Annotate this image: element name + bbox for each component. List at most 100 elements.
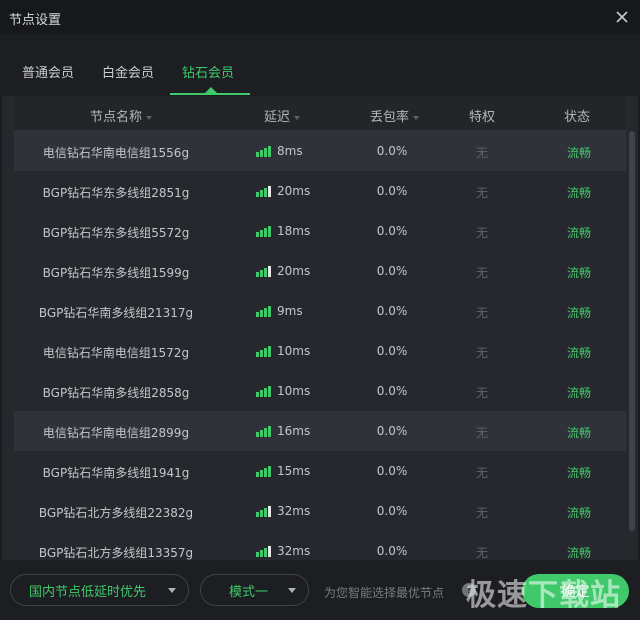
node-name: 电信钻石华南电信组1572g (42, 346, 190, 360)
help-icon[interactable]: ? (462, 583, 476, 597)
signal-bar (256, 231, 259, 237)
active-tab-underline (170, 93, 250, 95)
signal-bar (256, 311, 259, 317)
signal-bars-icon (256, 385, 271, 397)
signal-bar (256, 471, 259, 477)
signal-bar (256, 551, 259, 557)
latency-cell: 15ms (256, 464, 310, 478)
table-row[interactable]: BGP钻石华东多线组2851g 20ms 0.0% 无 流畅 (14, 171, 626, 211)
signal-bar (260, 149, 263, 157)
node-name: BGP钻石华东多线组2851g (42, 186, 190, 200)
latency-value: 32ms (277, 544, 311, 558)
table-row[interactable]: BGP钻石华东多线组1599g 20ms 0.0% 无 流畅 (14, 251, 626, 291)
signal-bar (260, 229, 263, 237)
signal-bars-icon (256, 225, 271, 237)
column-header-latency[interactable]: 延迟 (264, 106, 301, 125)
latency-cell: 32ms (256, 544, 310, 558)
mode-dropdown[interactable]: 模式一 (200, 574, 309, 606)
node-name: BGP钻石华南多线组21317g (38, 306, 194, 320)
packet-loss-value: 0.0% (376, 464, 408, 478)
chevron-down-icon (168, 588, 176, 593)
privilege-value: 无 (475, 306, 488, 320)
status-value: 流畅 (566, 506, 591, 520)
signal-bar (264, 547, 267, 557)
latency-value: 16ms (277, 424, 311, 438)
signal-bar (260, 269, 263, 277)
signal-bar (268, 265, 271, 277)
signal-bar (260, 349, 263, 357)
status-value: 流畅 (566, 346, 591, 360)
signal-bar (268, 385, 271, 397)
signal-bar (264, 507, 267, 517)
signal-bar (260, 469, 263, 477)
table-row[interactable]: BGP钻石华东多线组5572g 18ms 0.0% 无 流畅 (14, 211, 626, 251)
latency-cell: 18ms (256, 224, 310, 238)
node-name: BGP钻石华南多线组2858g (42, 386, 190, 400)
table-row[interactable]: BGP钻石北方多线组22382g 32ms 0.0% 无 流畅 (14, 491, 626, 531)
node-name: BGP钻石华东多线组5572g (42, 226, 190, 240)
table-row[interactable]: 电信钻石华南电信组2899g 16ms 0.0% 无 流畅 (14, 411, 626, 451)
signal-bar (260, 429, 263, 437)
column-header-latency-label: 延迟 (264, 110, 291, 125)
privilege-value: 无 (475, 426, 488, 440)
latency-cell: 9ms (256, 304, 303, 318)
signal-bars-icon (256, 345, 271, 357)
close-button[interactable] (610, 5, 634, 29)
privilege-value: 无 (475, 546, 488, 560)
signal-bar (268, 345, 271, 357)
status-value: 流畅 (566, 146, 591, 160)
node-name: BGP钻石北方多线组22382g (38, 506, 194, 520)
table-row[interactable]: BGP钻石华南多线组21317g 9ms 0.0% 无 流畅 (14, 291, 626, 331)
signal-bar (264, 227, 267, 237)
table-row[interactable]: BGP钻石华南多线组1941g 15ms 0.0% 无 流畅 (14, 451, 626, 491)
signal-bar (260, 309, 263, 317)
status-value: 流畅 (566, 186, 591, 200)
column-header-name[interactable]: 节点名称 (90, 106, 153, 125)
privilege-value: 无 (475, 386, 488, 400)
signal-bar (264, 267, 267, 277)
packet-loss-value: 0.0% (376, 544, 408, 558)
packet-loss-value: 0.0% (376, 304, 408, 318)
tab-diamond-member[interactable]: 钻石会员 (182, 62, 234, 81)
tab-regular-member[interactable]: 普通会员 (22, 62, 74, 81)
latency-value: 18ms (277, 224, 311, 238)
latency-cell: 16ms (256, 424, 310, 438)
table-row[interactable]: 电信钻石华南电信组1556g 8ms 0.0% 无 流畅 (14, 131, 626, 171)
sort-caret-icon (294, 115, 301, 120)
signal-bars-icon (256, 505, 271, 517)
table-row[interactable]: BGP钻石华南多线组2858g 10ms 0.0% 无 流畅 (14, 371, 626, 411)
signal-bars-icon (256, 545, 271, 557)
privilege-value: 无 (475, 346, 488, 360)
latency-value: 10ms (277, 384, 311, 398)
tab-platinum-member[interactable]: 白金会员 (102, 62, 154, 81)
signal-bars-icon (256, 465, 271, 477)
latency-cell: 20ms (256, 264, 310, 278)
signal-bar (260, 189, 263, 197)
latency-value: 10ms (277, 344, 311, 358)
signal-bar (268, 225, 271, 237)
signal-bar (256, 391, 259, 397)
column-header-loss[interactable]: 丢包率 (370, 106, 420, 125)
packet-loss-value: 0.0% (376, 424, 408, 438)
priority-dropdown-value: 国内节点低延时优先 (29, 584, 147, 600)
signal-bar (264, 147, 267, 157)
confirm-button[interactable]: 确定 (522, 574, 629, 608)
signal-bar (256, 191, 259, 197)
priority-dropdown[interactable]: 国内节点低延时优先 (10, 574, 189, 606)
signal-bars-icon (256, 145, 271, 157)
signal-bar (256, 511, 259, 517)
signal-bar (264, 307, 267, 317)
status-value: 流畅 (566, 306, 591, 320)
table-scrollbar[interactable] (629, 131, 635, 531)
table-row[interactable]: BGP钻石北方多线组13357g 32ms 0.0% 无 流畅 (14, 531, 626, 560)
table-header: 节点名称 延迟 丢包率 特权 状态 (14, 96, 626, 131)
signal-bars-icon (256, 425, 271, 437)
signal-bars-icon (256, 265, 271, 277)
table-row[interactable]: 电信钻石华南电信组1572g 10ms 0.0% 无 流畅 (14, 331, 626, 371)
sort-caret-icon (146, 115, 153, 120)
privilege-value: 无 (475, 506, 488, 520)
latency-value: 20ms (277, 184, 311, 198)
signal-bar (264, 467, 267, 477)
signal-bar (268, 545, 271, 557)
title-bar: 节点设置 (0, 0, 640, 34)
